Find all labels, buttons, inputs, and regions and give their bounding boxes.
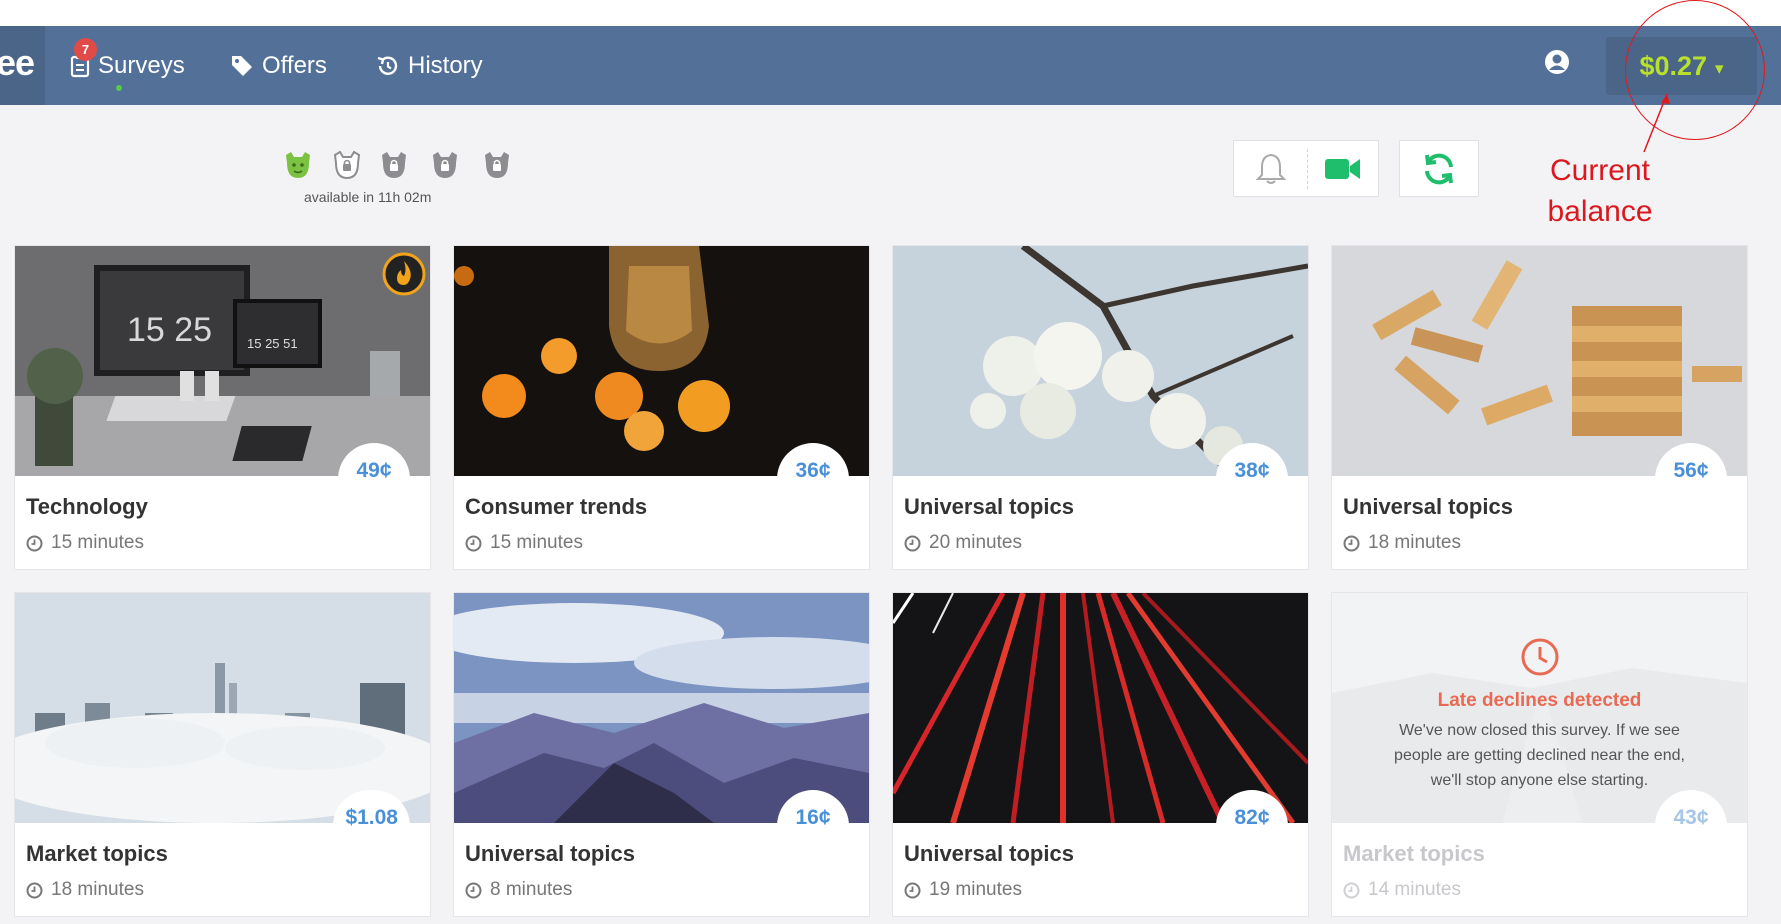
refresh-icon bbox=[1425, 153, 1453, 184]
survey-duration: 19 minutes bbox=[904, 879, 1022, 901]
clock-icon bbox=[465, 535, 482, 551]
survey-title: Technology bbox=[26, 494, 148, 519]
refresh-button[interactable] bbox=[1399, 140, 1479, 197]
user-account-icon[interactable] bbox=[1543, 48, 1571, 78]
bell-icon bbox=[1255, 153, 1287, 184]
survey-title: Universal topics bbox=[904, 841, 1074, 866]
tag-icon bbox=[232, 55, 252, 76]
survey-image-light-trails bbox=[893, 593, 1308, 823]
clock-icon bbox=[1343, 882, 1360, 898]
survey-duration-text: 18 minutes bbox=[1368, 532, 1461, 553]
survey-card[interactable]: 16¢ Universal topics 8 minutes bbox=[453, 592, 870, 917]
survey-reward: 38¢ bbox=[1216, 443, 1288, 515]
survey-duration: 20 minutes bbox=[904, 532, 1022, 554]
survey-duration: 18 minutes bbox=[26, 879, 144, 901]
balance-value: $0.27 bbox=[1639, 50, 1708, 81]
survey-reward: 82¢ bbox=[1216, 790, 1288, 862]
survey-reward: 56¢ bbox=[1655, 443, 1727, 515]
clock-icon bbox=[904, 535, 921, 551]
late-declines-text: We've now closed this survey. If we see … bbox=[1394, 722, 1685, 789]
annotation-label: Current balance bbox=[1547, 154, 1653, 228]
active-indicator bbox=[116, 85, 122, 91]
survey-duration: 18 minutes bbox=[1343, 532, 1461, 554]
survey-duration-text: 15 minutes bbox=[490, 532, 583, 553]
survey-card[interactable]: $1.08 Market topics 18 minutes bbox=[14, 592, 431, 917]
toolbox-divider bbox=[1307, 149, 1308, 189]
level-locked-icon bbox=[485, 152, 509, 178]
clock-alert-icon bbox=[1521, 638, 1558, 676]
late-declines-notice: Late declines detected We've now closed … bbox=[1332, 637, 1747, 793]
balance-dropdown[interactable]: $0.27 ▾ bbox=[1606, 37, 1757, 95]
nav-surveys[interactable]: Surveys 7 bbox=[70, 26, 185, 105]
survey-title: Universal topics bbox=[904, 494, 1074, 519]
nav-offers-label: Offers bbox=[262, 51, 327, 79]
nav-history[interactable]: History bbox=[376, 26, 483, 105]
level-progress: available in 11h 02m bbox=[282, 149, 527, 209]
survey-card[interactable]: 15 25 15 25 51 49¢ Technology 15 minutes bbox=[14, 245, 431, 570]
survey-card-closed: Late declines detected We've now closed … bbox=[1331, 592, 1748, 917]
survey-duration-text: 20 minutes bbox=[929, 532, 1022, 553]
survey-image-blocks bbox=[1332, 246, 1747, 476]
clock-icon bbox=[904, 882, 921, 898]
survey-image-mountains bbox=[454, 593, 869, 823]
survey-duration: 8 minutes bbox=[465, 879, 572, 901]
notifications-button[interactable] bbox=[1243, 149, 1299, 189]
survey-image-consumer-trends bbox=[454, 246, 869, 476]
survey-title: Universal topics bbox=[1343, 494, 1513, 519]
tool-buttons bbox=[1233, 140, 1379, 197]
level-unlock-caption: available in 11h 02m bbox=[304, 189, 432, 205]
survey-reward: 43¢ bbox=[1655, 790, 1727, 862]
survey-duration: 14 minutes bbox=[1343, 879, 1461, 901]
survey-duration-text: 14 minutes bbox=[1368, 879, 1461, 900]
survey-duration-text: 15 minutes bbox=[51, 532, 144, 553]
top-nav-bar: ee Surveys 7 Offers History $0.27 ▾ bbox=[0, 26, 1781, 105]
survey-reward: 49¢ bbox=[338, 443, 410, 515]
level-locked-icon bbox=[333, 150, 361, 180]
survey-card[interactable]: 36¢ Consumer trends 15 minutes bbox=[453, 245, 870, 570]
survey-title: Market topics bbox=[26, 841, 168, 866]
survey-reward: 16¢ bbox=[777, 790, 849, 862]
survey-duration-text: 19 minutes bbox=[929, 879, 1022, 900]
nav-surveys-label: Surveys bbox=[98, 51, 185, 79]
svg-text:15 25: 15 25 bbox=[127, 311, 212, 349]
survey-duration: 15 minutes bbox=[26, 532, 144, 554]
survey-title: Market topics bbox=[1343, 841, 1485, 866]
survey-duration: 15 minutes bbox=[465, 532, 583, 554]
survey-image-city-fog bbox=[15, 593, 430, 823]
clock-icon bbox=[1343, 535, 1360, 551]
survey-image-blossoms bbox=[893, 246, 1308, 476]
history-icon bbox=[377, 56, 398, 75]
nav-offers[interactable]: Offers bbox=[230, 26, 327, 105]
video-button[interactable] bbox=[1315, 149, 1371, 189]
level-locked-icon bbox=[433, 152, 457, 178]
survey-card[interactable]: 56¢ Universal topics 18 minutes bbox=[1331, 245, 1748, 570]
survey-title: Consumer trends bbox=[465, 494, 648, 519]
survey-reward: $1.08 bbox=[333, 790, 410, 862]
survey-duration-text: 18 minutes bbox=[51, 879, 144, 900]
svg-text:15 25 51: 15 25 51 bbox=[247, 336, 298, 351]
surveys-count-badge: 7 bbox=[74, 38, 97, 61]
survey-card[interactable]: 38¢ Universal topics 20 minutes bbox=[892, 245, 1309, 570]
logo-text: ee bbox=[0, 42, 35, 83]
level-locked-icon bbox=[382, 152, 406, 178]
chevron-down-icon: ▾ bbox=[1715, 59, 1724, 78]
logo[interactable]: ee bbox=[0, 26, 45, 105]
survey-image-technology: 15 25 15 25 51 bbox=[15, 246, 430, 476]
fire-icon bbox=[382, 252, 426, 296]
survey-dashboard: available in 11h 02m 15 25 15 25 51 49¢ … bbox=[0, 105, 1781, 924]
video-camera-icon bbox=[1325, 159, 1360, 179]
clock-icon bbox=[26, 882, 43, 898]
survey-card[interactable]: 82¢ Universal topics 19 minutes bbox=[892, 592, 1309, 917]
survey-duration-text: 8 minutes bbox=[490, 879, 573, 900]
late-declines-title: Late declines detected bbox=[1437, 690, 1642, 711]
level-unlocked-icon bbox=[286, 152, 310, 178]
nav-history-label: History bbox=[408, 51, 483, 79]
clock-icon bbox=[26, 535, 43, 551]
survey-title: Universal topics bbox=[465, 841, 635, 866]
survey-reward: 36¢ bbox=[777, 443, 849, 515]
clock-icon bbox=[465, 882, 482, 898]
